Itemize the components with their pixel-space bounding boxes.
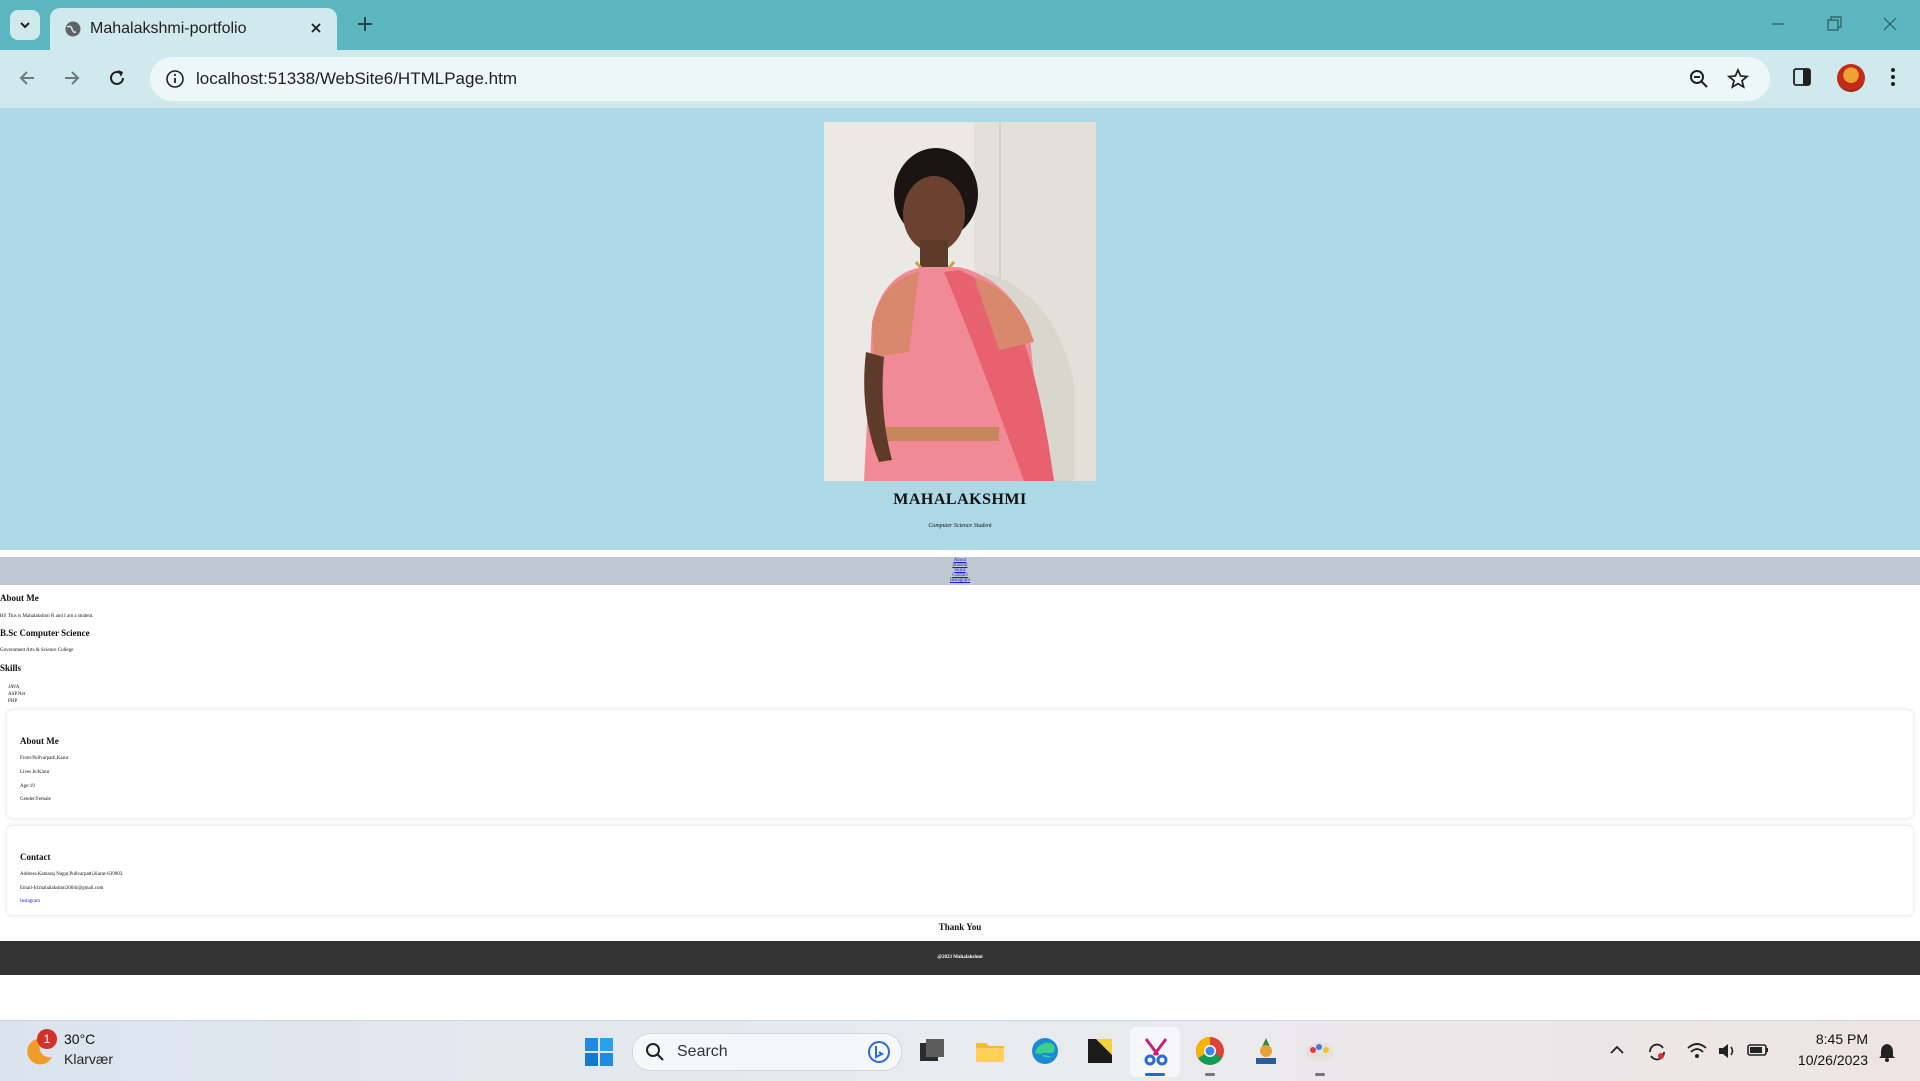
paint-app-icon[interactable]: [1302, 1033, 1338, 1069]
side-panel-icon[interactable]: [1791, 66, 1813, 88]
taskbar-search[interactable]: Search: [632, 1033, 902, 1071]
windows-taskbar: 1 30°C Klarvær Search 8:45 PM 10/26/2023: [0, 1020, 1920, 1081]
browser-tabstrip: Mahalakshmi-portfolio: [0, 0, 1920, 50]
contact-card: Contact Address:Kamaraj Nagar,Pullvarpat…: [6, 825, 1914, 916]
skills-heading: Skills: [0, 663, 22, 673]
address-bar[interactable]: localhost:51338/WebSite6/HTMLPage.htm: [150, 57, 1770, 101]
search-placeholder: Search: [677, 1043, 728, 1060]
instagram-link[interactable]: Instagram: [20, 899, 40, 904]
about-card-line: Lives In:Karur: [20, 770, 50, 775]
globe-icon: [65, 21, 81, 37]
about-heading: About Me: [0, 593, 39, 603]
site-info-icon[interactable]: [164, 68, 186, 90]
edge-icon[interactable]: [1027, 1033, 1063, 1069]
notification-bell-icon[interactable]: [1876, 1041, 1898, 1063]
reload-icon[interactable]: [106, 67, 128, 89]
battery-icon[interactable]: [1746, 1041, 1770, 1059]
contact-address: Address:Kamaraj Nagar,Pullvarpatti,Karur…: [20, 872, 124, 877]
zoom-icon[interactable]: [1688, 68, 1710, 90]
nav-links: About Student Skills Contact Instagram: [0, 558, 1920, 583]
education-heading: B.Sc Computer Science: [0, 628, 90, 638]
minimize-icon[interactable]: [1768, 14, 1788, 34]
clock-time[interactable]: 8:45 PM: [1778, 1031, 1868, 1047]
page-navbar: About Student Skills Contact Instagram: [0, 557, 1920, 585]
windows-start-icon[interactable]: [584, 1037, 614, 1067]
about-card-line: Gender:Female: [20, 797, 51, 802]
clock-date[interactable]: 10/26/2023: [1778, 1052, 1868, 1068]
window-close-icon[interactable]: [1880, 14, 1900, 34]
running-app-indicator: [1315, 1073, 1325, 1076]
skill-item: JAVA: [8, 685, 20, 690]
skill-item: PHP: [8, 699, 18, 704]
hero-name: MAHALAKSHMI: [893, 491, 1027, 508]
task-view-icon[interactable]: [915, 1033, 951, 1069]
back-arrow-icon[interactable]: [16, 67, 38, 89]
search-icon: [646, 1043, 664, 1061]
thank-you-text: Thank You: [938, 922, 982, 932]
sync-icon[interactable]: [1646, 1041, 1668, 1063]
weather-condition[interactable]: Klarvær: [64, 1051, 113, 1067]
browser-tab-active[interactable]: Mahalakshmi-portfolio: [50, 8, 337, 50]
chevron-down-icon: [20, 22, 30, 29]
bookmark-star-icon[interactable]: [1726, 67, 1750, 91]
tab-search-button[interactable]: [10, 10, 40, 40]
contact-card-heading: Contact: [20, 852, 51, 862]
profile-avatar[interactable]: [1837, 64, 1865, 92]
chrome-icon[interactable]: [1192, 1033, 1228, 1069]
restore-icon[interactable]: [1824, 14, 1844, 34]
skill-item: ASP.Net: [8, 692, 26, 697]
skills-list: JAVA ASP.Net PHP: [8, 684, 25, 705]
contact-email: Email-Id:mahalakshmi2004r@gmail.com: [20, 886, 104, 891]
new-tab-plus-icon[interactable]: [355, 14, 375, 34]
sticky-notes-icon[interactable]: [1082, 1033, 1118, 1069]
url-text[interactable]: localhost:51338/WebSite6/HTMLPage.htm: [196, 69, 517, 89]
about-card-line: From:Pullvarpatti,Karur: [20, 756, 69, 761]
nav-link-instagram[interactable]: Instagram: [0, 578, 1920, 583]
active-app-indicator: [1145, 1073, 1165, 1076]
page-footer: @2023 Mahalakshmi: [0, 941, 1920, 975]
chevron-up-icon[interactable]: [1608, 1041, 1626, 1059]
forward-arrow-icon[interactable]: [61, 67, 83, 89]
volume-icon[interactable]: [1716, 1041, 1738, 1061]
about-card: About Me From:Pullvarpatti,Karur Lives I…: [6, 709, 1914, 819]
bing-chat-icon[interactable]: [867, 1040, 891, 1064]
weather-temperature[interactable]: 30°C: [64, 1031, 95, 1047]
profile-photo: [824, 122, 1096, 481]
weather-badge: 1: [37, 1029, 57, 1049]
snipping-tool-icon[interactable]: [1138, 1033, 1174, 1069]
emblem-app-icon[interactable]: [1248, 1033, 1284, 1069]
running-app-indicator: [1205, 1073, 1215, 1076]
file-explorer-icon[interactable]: [972, 1033, 1008, 1069]
hero-subtitle: Computer Science Student: [928, 523, 992, 529]
about-card-line: Age:19: [20, 784, 35, 789]
tab-title: Mahalakshmi-portfolio: [90, 20, 247, 37]
wifi-icon[interactable]: [1686, 1041, 1708, 1061]
browser-toolbar: localhost:51338/WebSite6/HTMLPage.htm: [0, 50, 1920, 108]
page-viewport: MAHALAKSHMI Computer Science Student Abo…: [0, 108, 1920, 1020]
hero-section: MAHALAKSHMI Computer Science Student: [0, 108, 1920, 550]
education-text: Government Arts & Science College: [0, 648, 74, 653]
close-icon[interactable]: [307, 19, 325, 37]
menu-kebab-icon[interactable]: [1882, 66, 1904, 88]
about-text: Hi! This is Mahalakshmi R and I am a stu…: [0, 614, 94, 619]
about-card-heading: About Me: [20, 736, 59, 746]
